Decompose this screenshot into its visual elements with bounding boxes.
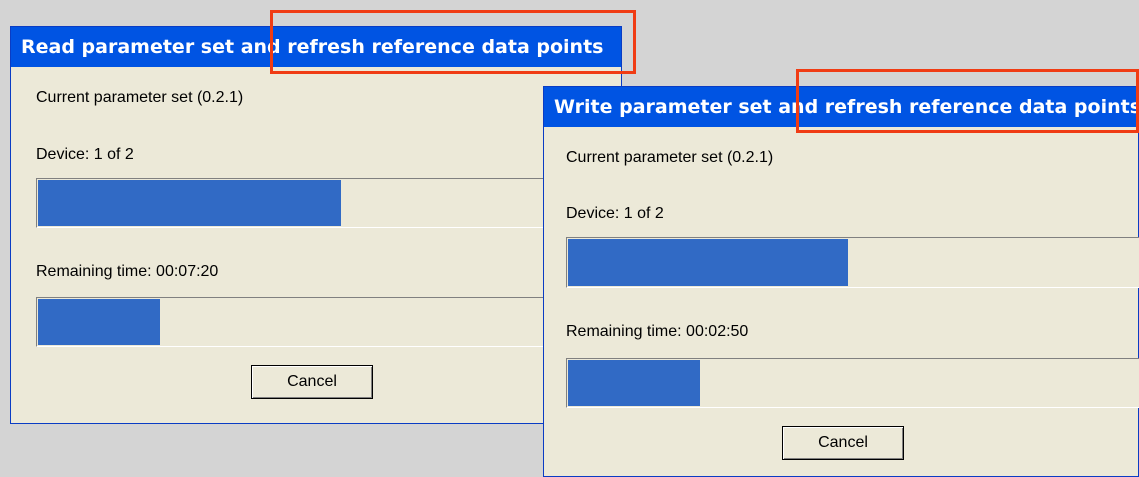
write-device-progress-fill	[568, 239, 849, 286]
write-cancel-button[interactable]: Cancel	[782, 426, 904, 460]
write-remaining-time-label: Remaining time: 00:02:50	[566, 323, 749, 340]
read-cancel-button[interactable]: Cancel	[251, 365, 373, 399]
write-dialog-title: Write parameter set and refresh referenc…	[544, 87, 1138, 127]
read-time-progress-bar	[36, 297, 621, 347]
write-time-progress-bar	[566, 358, 1139, 408]
read-dialog-title: Read parameter set and refresh reference…	[11, 27, 621, 67]
write-device-label: Device: 1 of 2	[566, 205, 664, 222]
read-remaining-time-label: Remaining time: 00:07:20	[36, 263, 219, 280]
read-device-progress-fill	[38, 180, 342, 226]
write-device-progress-bar	[566, 237, 1139, 288]
read-device-progress-bar	[36, 178, 621, 228]
write-parameter-dialog: Write parameter set and refresh referenc…	[543, 86, 1139, 477]
read-parameter-dialog: Read parameter set and refresh reference…	[10, 26, 622, 424]
read-device-label: Device: 1 of 2	[36, 146, 134, 163]
write-parameter-set-label: Current parameter set (0.2.1)	[566, 149, 774, 166]
read-parameter-set-label: Current parameter set (0.2.1)	[36, 89, 244, 106]
read-time-progress-fill	[38, 299, 161, 345]
write-time-progress-fill	[568, 360, 700, 406]
